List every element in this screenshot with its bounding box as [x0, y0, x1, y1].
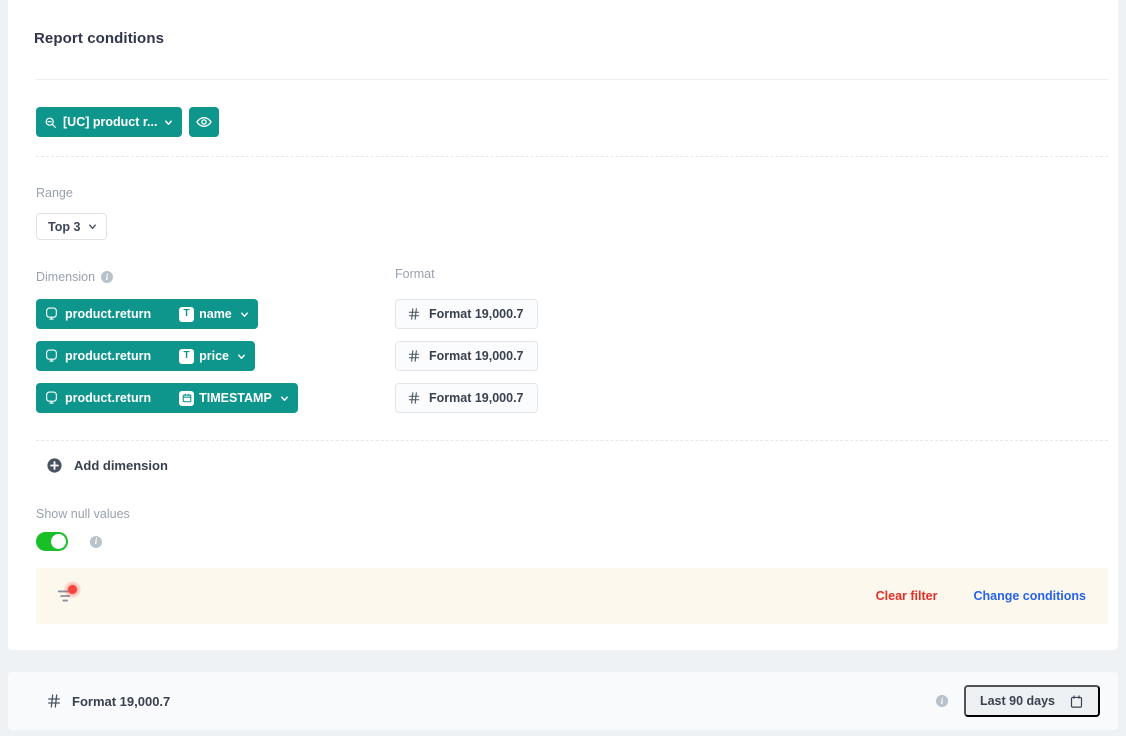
hash-icon	[407, 349, 421, 363]
text-type-icon: T	[179, 307, 194, 322]
plus-circle-icon	[46, 457, 63, 474]
chevron-down-icon	[163, 117, 174, 128]
dimension-field: price	[199, 349, 229, 363]
alert-actions: Clear filter Change conditions	[876, 589, 1086, 603]
dimension-list: product.return T name product.return	[36, 299, 298, 413]
clear-filter-link[interactable]: Clear filter	[876, 589, 938, 603]
dimension-divider	[36, 440, 1108, 441]
dimension-table: product.return	[65, 391, 151, 405]
dimension-label-group: Dimension i	[36, 270, 113, 284]
date-range-label: Last 90 days	[980, 694, 1055, 708]
page-title: Report conditions	[34, 30, 164, 47]
filter-alert-bar: Clear filter Change conditions	[36, 568, 1108, 624]
format-label: Format	[395, 267, 435, 281]
eye-icon	[196, 114, 212, 130]
dimension-table: product.return	[65, 307, 151, 321]
range-value: Top 3	[48, 220, 80, 234]
info-icon[interactable]: i	[936, 695, 948, 707]
chevron-down-icon	[87, 221, 98, 232]
format-button[interactable]: Format 19,000.7	[395, 299, 538, 329]
dimension-label: Dimension	[36, 270, 95, 284]
dimension-field: name	[199, 307, 232, 321]
date-range-picker[interactable]: Last 90 days	[964, 685, 1100, 717]
change-conditions-link[interactable]: Change conditions	[974, 589, 1087, 603]
preview-button[interactable]	[189, 107, 219, 137]
dimension-chip[interactable]: product.return T price	[36, 341, 255, 371]
chevron-down-icon	[279, 393, 290, 404]
hash-icon	[407, 391, 421, 405]
show-null-toggle[interactable]	[36, 532, 68, 551]
range-label: Range	[36, 186, 73, 200]
info-icon[interactable]: i	[90, 536, 102, 548]
show-null-label: Show null values	[36, 507, 130, 521]
chevron-down-icon	[239, 309, 250, 320]
report-conditions-card: Report conditions [UC] product r...	[8, 0, 1118, 650]
format-button[interactable]: Format 19,000.7	[395, 341, 538, 371]
table-icon	[45, 307, 58, 321]
format-button-label: Format 19,000.7	[429, 349, 524, 363]
add-dimension-button[interactable]: Add dimension	[46, 457, 168, 474]
dimension-table: product.return	[65, 349, 151, 363]
table-icon	[45, 349, 58, 363]
footer-bar: Format 19,000.7 i Last 90 days	[8, 672, 1118, 730]
footer-format-label: Format 19,000.7	[72, 694, 170, 709]
text-type-icon: T	[179, 349, 194, 364]
dimension-field-group: T name	[179, 307, 232, 322]
app-root: Report conditions [UC] product r...	[0, 0, 1126, 736]
alert-badge-dot	[64, 581, 81, 598]
dimension-chip[interactable]: product.return T name	[36, 299, 258, 329]
format-button-label: Format 19,000.7	[429, 307, 524, 321]
search-zoom-icon	[44, 116, 57, 129]
footer-right-group: i Last 90 days	[936, 685, 1100, 717]
dimension-field-group: T price	[179, 349, 229, 364]
dimension-field: TIMESTAMP	[199, 391, 272, 405]
chevron-down-icon	[236, 351, 247, 362]
info-icon[interactable]: i	[101, 271, 113, 283]
dimension-chip[interactable]: product.return TIMESTAMP	[36, 383, 298, 413]
toggle-knob	[51, 534, 66, 549]
dimension-field-group: TIMESTAMP	[179, 391, 272, 406]
data-source-row: [UC] product r...	[36, 107, 219, 137]
hash-icon	[46, 693, 62, 709]
show-null-row: i	[36, 532, 102, 551]
filter-icon[interactable]	[56, 584, 80, 608]
footer-format-button[interactable]: Format 19,000.7	[46, 693, 170, 709]
calendar-type-icon	[179, 391, 194, 406]
data-source-label: [UC] product r...	[63, 115, 157, 129]
format-list: Format 19,000.7 Format 19,000.7 Format 1…	[395, 299, 538, 413]
add-dimension-label: Add dimension	[74, 458, 168, 473]
data-source-select[interactable]: [UC] product r...	[36, 107, 182, 137]
source-divider	[36, 156, 1108, 157]
header-divider	[36, 79, 1108, 80]
hash-icon	[407, 307, 421, 321]
format-button-label: Format 19,000.7	[429, 391, 524, 405]
calendar-icon	[1069, 694, 1084, 709]
format-button[interactable]: Format 19,000.7	[395, 383, 538, 413]
range-select[interactable]: Top 3	[36, 213, 107, 240]
table-icon	[45, 391, 58, 405]
